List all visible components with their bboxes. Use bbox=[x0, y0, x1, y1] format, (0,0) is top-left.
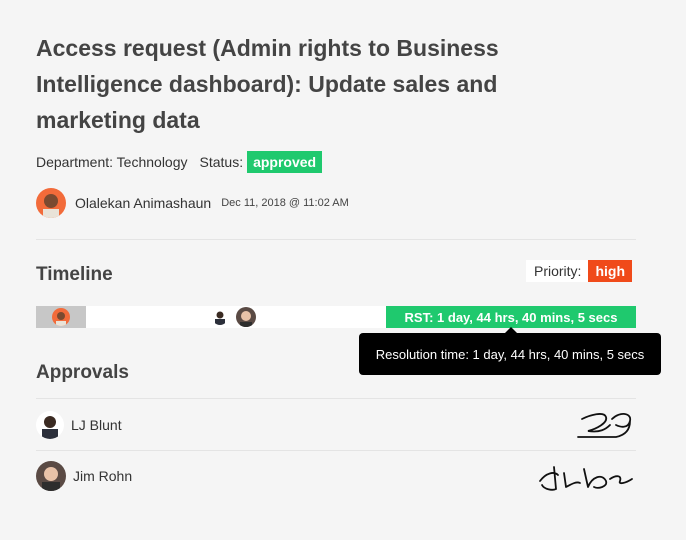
timeline-lj-avatar[interactable] bbox=[212, 309, 228, 325]
request-meta: Department: Technology Status: approved bbox=[36, 151, 323, 173]
divider bbox=[36, 239, 636, 240]
divider bbox=[36, 398, 636, 399]
signature-icon bbox=[536, 459, 636, 498]
approver-avatar[interactable] bbox=[36, 461, 66, 491]
approval-row: Jim Rohn bbox=[36, 451, 636, 501]
author-date: Dec 11, 2018 @ 11:02 AM bbox=[221, 197, 349, 209]
resolution-tooltip: Resolution time: 1 day, 44 hrs, 40 mins,… bbox=[359, 333, 661, 375]
approver-name[interactable]: Jim Rohn bbox=[73, 468, 132, 484]
approvals-title: Approvals bbox=[36, 362, 129, 383]
author-name[interactable]: Olalekan Animashaun bbox=[75, 195, 211, 211]
request-title: Access request (Admin rights to Business… bbox=[36, 35, 499, 133]
department-text: Department: Technology bbox=[36, 154, 188, 170]
timeline-author-avatar[interactable] bbox=[52, 308, 70, 326]
timeline-title: Timeline bbox=[36, 264, 113, 285]
approver-avatar[interactable] bbox=[36, 411, 64, 439]
status-label: Status: bbox=[199, 154, 244, 170]
priority-box: Priority: high bbox=[526, 260, 632, 282]
approver-name[interactable]: LJ Blunt bbox=[71, 417, 122, 433]
timeline-start-segment bbox=[36, 306, 86, 328]
timeline-jim-avatar[interactable] bbox=[236, 307, 256, 327]
author-avatar[interactable] bbox=[36, 188, 66, 218]
signature-icon bbox=[576, 407, 636, 448]
author-row: Olalekan Animashaun Dec 11, 2018 @ 11:02… bbox=[36, 188, 349, 218]
timeline-bar: RST: 1 day, 44 hrs, 40 mins, 5 secs bbox=[36, 306, 636, 328]
approval-row: LJ Blunt bbox=[36, 400, 636, 450]
priority-label: Priority: bbox=[534, 263, 582, 279]
status-badge: approved bbox=[247, 151, 323, 173]
rst-segment[interactable]: RST: 1 day, 44 hrs, 40 mins, 5 secs bbox=[386, 306, 636, 328]
priority-badge: high bbox=[588, 260, 632, 282]
